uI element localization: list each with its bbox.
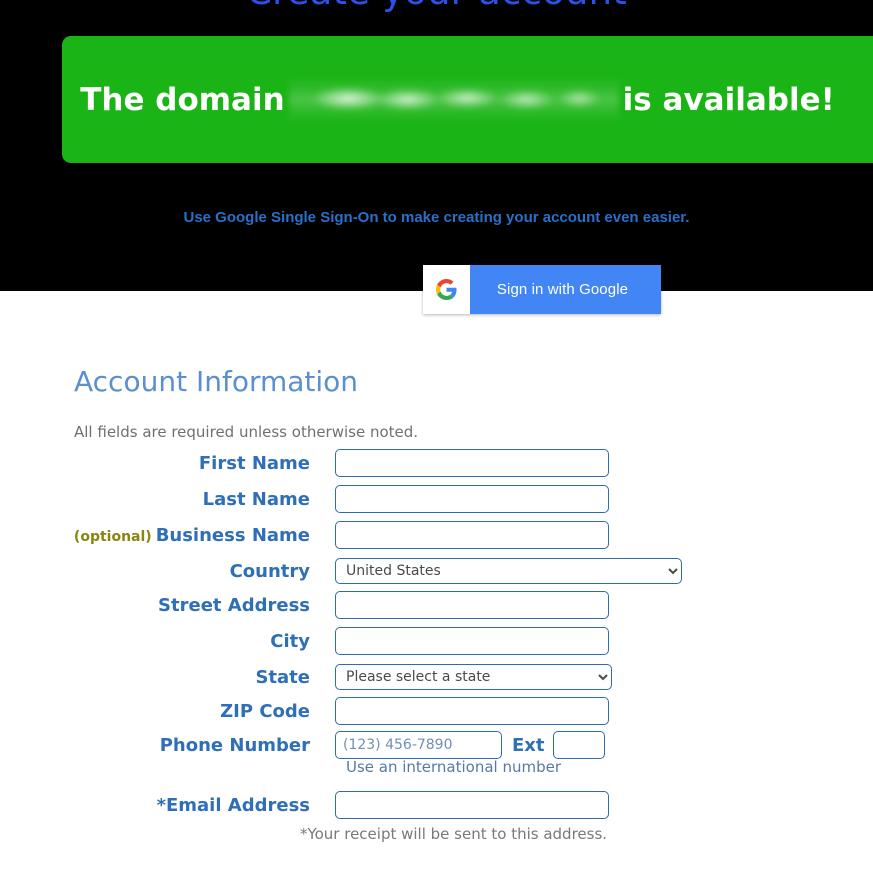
label-city: City [270,630,310,652]
field-row-city: City [0,624,873,658]
label-zip-code: ZIP Code [220,700,310,722]
label-business-name: (optional) Business Name [0,525,310,546]
field-row-email-address: *Email Address [0,788,873,822]
field-row-zip-code: ZIP Code [0,694,873,728]
phone-number-input[interactable] [335,731,502,759]
first-name-input[interactable] [335,449,609,477]
field-row-phone-number: Phone Number Ext [0,728,873,762]
city-input[interactable] [335,627,609,655]
domain-banner-text: The domain is available! [80,76,835,123]
page-title: Create your account [0,0,873,13]
banner-suffix: is available! [622,81,835,118]
zip-code-input[interactable] [335,697,609,725]
extension-input[interactable] [552,731,605,759]
control-street-address [335,591,609,619]
account-information-form: Account Information All fields are requi… [0,291,873,883]
control-state: Please select a state [335,664,612,690]
page-section-title: Account Information [74,365,359,398]
sign-in-with-google-button[interactable]: Sign in with Google [423,265,661,314]
required-fields-note: All fields are required unless otherwise… [74,423,419,441]
field-row-country: Country United States [0,554,873,588]
control-last-name [335,485,609,513]
label-phone-number: Phone Number [159,734,310,756]
control-business-name [335,521,609,549]
email-address-input[interactable] [335,791,609,819]
sso-promo-text: Use Google Single Sign-On to make creati… [183,209,690,226]
label-business-name-text: Business Name [155,524,310,546]
field-row-last-name: Last Name [0,482,873,516]
country-select[interactable]: United States [335,558,682,584]
field-row-state: State Please select a state [0,660,873,694]
business-name-input[interactable] [335,521,609,549]
control-first-name [335,449,609,477]
street-address-input[interactable] [335,591,609,619]
optional-tag: (optional) [73,528,152,545]
sign-in-with-google-label: Sign in with Google [496,281,629,298]
state-select[interactable]: Please select a state [335,664,612,690]
domain-availability-banner: The domain is available! [62,36,873,163]
hero-section: Create your account The domain is availa… [0,0,873,291]
control-city [335,627,609,655]
international-number-link[interactable]: Use an international number [0,758,873,776]
email-receipt-note: *Your receipt will be sent to this addre… [299,825,608,843]
field-row-business-name: (optional) Business Name [0,518,873,552]
label-first-name: First Name [198,452,310,474]
control-zip-code [335,697,609,725]
field-row-first-name: First Name [0,446,873,480]
label-extension: Ext [512,734,545,756]
field-row-street-address: Street Address [0,588,873,622]
google-g-icon [423,265,470,314]
control-email-address [335,791,609,819]
control-phone-number: Ext [335,731,605,759]
label-state: State [255,666,310,688]
last-name-input[interactable] [335,485,609,513]
label-country: Country [229,560,310,582]
redacted-domain-name [288,76,619,123]
banner-prefix: The domain [80,81,285,118]
label-last-name: Last Name [202,488,310,510]
control-country: United States [335,558,682,584]
label-email-address: *Email Address [156,794,310,816]
label-street-address: Street Address [158,594,310,616]
